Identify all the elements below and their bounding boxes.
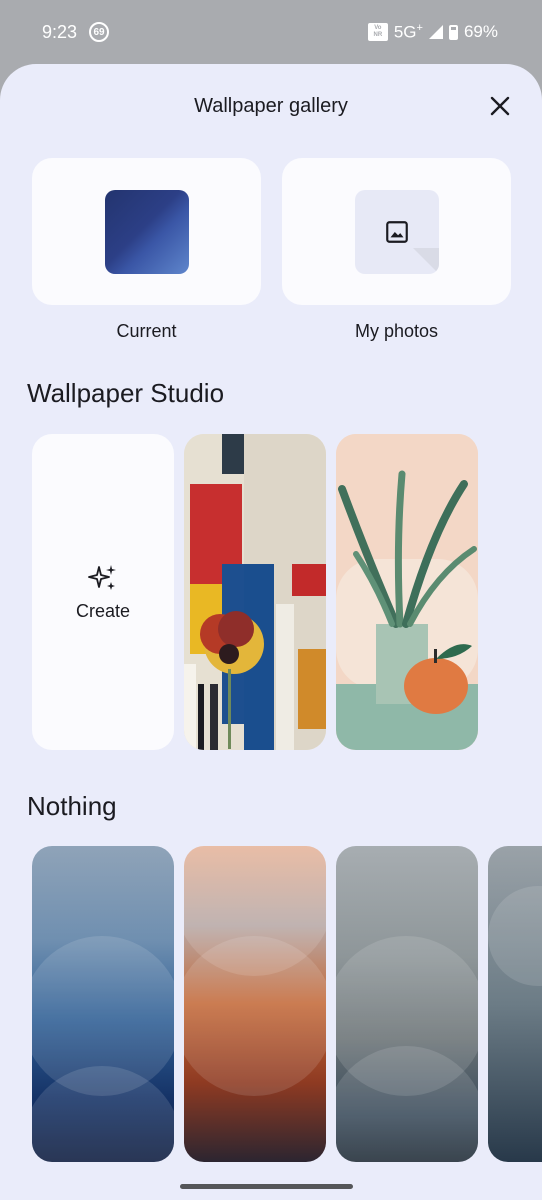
wallpaper-gallery-sheet: Wallpaper gallery Current My photos Wall…	[0, 64, 542, 1200]
current-label: Current	[116, 321, 177, 341]
abstract-flower-art	[184, 434, 326, 750]
close-button[interactable]	[484, 90, 516, 122]
image-icon	[385, 220, 408, 243]
my-photos-box[interactable]	[282, 158, 511, 305]
studio-wallpaper-abstract[interactable]	[184, 434, 326, 750]
status-time: 9:23	[42, 21, 78, 42]
status-left: 9:23 69	[42, 21, 110, 43]
decorative-circle	[184, 936, 326, 1096]
nothing-wallpaper-4[interactable]	[488, 846, 542, 1162]
signal-icon	[428, 25, 443, 39]
network-label: 5G	[393, 22, 417, 42]
studio-wallpaper-plant[interactable]	[336, 434, 478, 750]
battery-percent: 69%	[463, 22, 498, 41]
volte-icon: Vo NR	[367, 23, 388, 41]
network-type: 5G+	[394, 22, 423, 43]
notification-count-badge: 69	[89, 22, 110, 42]
nothing-section-title: Nothing	[27, 791, 117, 821]
close-icon	[490, 96, 510, 116]
nothing-wallpaper-3[interactable]	[336, 846, 478, 1162]
top-cards: Current My photos	[32, 158, 511, 342]
wallpaper-studio-title: Wallpaper Studio	[27, 378, 225, 408]
volte-top-text: Vo	[374, 25, 382, 31]
status-bar: 9:23 69 Vo NR 5G+ 69%	[0, 0, 542, 64]
decorative-circle	[32, 1066, 174, 1162]
network-plus: +	[416, 21, 423, 34]
create-label: Create	[75, 600, 131, 621]
status-right: Vo NR 5G+ 69%	[367, 22, 498, 43]
sheet-header: Wallpaper gallery	[0, 64, 542, 148]
wallpaper-studio-row: Create	[32, 434, 478, 750]
nothing-wallpaper-row	[32, 846, 542, 1162]
current-wallpaper-card[interactable]: Current	[32, 158, 261, 342]
my-photos-label: My photos	[354, 321, 439, 341]
plant-pot-art	[336, 434, 478, 750]
home-indicator[interactable]	[180, 1184, 353, 1189]
sparkle-icon	[88, 564, 116, 590]
current-wallpaper-box[interactable]	[32, 158, 261, 305]
my-photos-card[interactable]: My photos	[282, 158, 511, 342]
current-wallpaper-thumbnail	[104, 189, 189, 274]
nothing-wallpaper-1[interactable]	[32, 846, 174, 1162]
sheet-title: Wallpaper gallery	[194, 94, 348, 117]
nothing-wallpaper-2[interactable]	[184, 846, 326, 1162]
decorative-circle	[336, 1046, 478, 1162]
battery-icon	[448, 24, 458, 40]
my-photos-thumbnail	[354, 189, 439, 274]
volte-bottom-text: NR	[373, 32, 383, 38]
decorative-circle	[488, 886, 542, 986]
create-button[interactable]: Create	[32, 434, 174, 750]
